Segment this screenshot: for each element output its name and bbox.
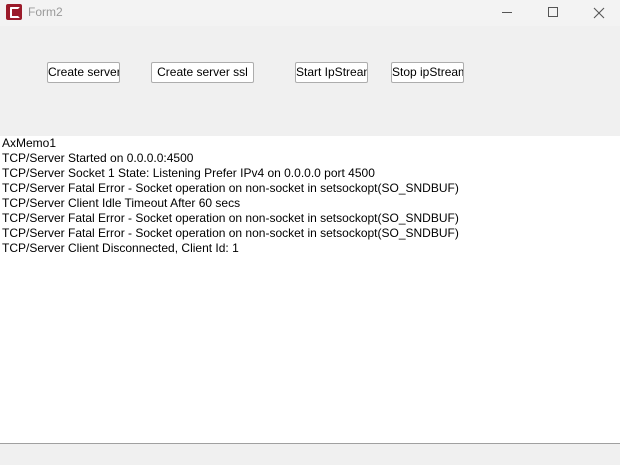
memo-line: TCP/Server Client Idle Timeout After 60 … xyxy=(2,196,241,210)
title-bar[interactable]: Form2 xyxy=(0,0,620,26)
create-server-button[interactable]: Create server xyxy=(47,62,120,83)
memo-line: TCP/Server Started on 0.0.0.0:4500 xyxy=(2,151,194,165)
start-ipstream-button[interactable]: Start IpStream xyxy=(295,62,368,83)
maximize-icon xyxy=(548,7,558,17)
memo-line: TCP/Server Fatal Error - Socket operatio… xyxy=(2,181,459,195)
minimize-icon xyxy=(502,12,512,13)
window-title: Form2 xyxy=(28,5,63,19)
maximize-button[interactable] xyxy=(530,0,576,26)
minimize-button[interactable] xyxy=(484,0,530,26)
memo-line: TCP/Server Socket 1 State: Listening Pre… xyxy=(2,166,375,180)
log-memo[interactable]: AxMemo1 TCP/Server Started on 0.0.0.0:45… xyxy=(0,136,620,443)
create-server-ssl-button[interactable]: Create server ssl xyxy=(151,62,254,83)
close-button[interactable] xyxy=(576,0,620,26)
memo-line: AxMemo1 xyxy=(2,136,57,150)
close-icon xyxy=(593,7,605,19)
button-panel: Create server Create server ssl Start Ip… xyxy=(0,26,620,136)
app-window: Form2 Create server Create server ssl St… xyxy=(0,0,620,465)
bottom-panel xyxy=(0,444,620,465)
memo-line: TCP/Server Fatal Error - Socket operatio… xyxy=(2,211,459,225)
memo-line: TCP/Server Fatal Error - Socket operatio… xyxy=(2,226,459,240)
memo-line: TCP/Server Client Disconnected, Client I… xyxy=(2,241,239,255)
app-logo-icon[interactable] xyxy=(6,4,22,20)
stop-ipstream-button[interactable]: Stop ipStream xyxy=(391,62,464,83)
